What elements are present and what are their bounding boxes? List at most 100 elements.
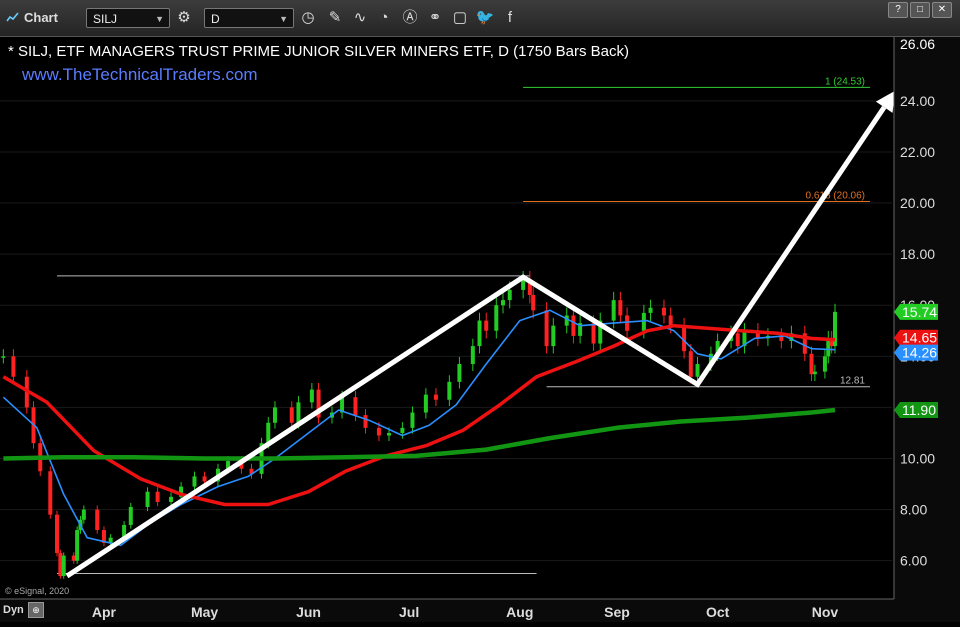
candle-body[interactable] bbox=[618, 300, 623, 316]
website-label[interactable]: www.TheTechnicalTraders.com bbox=[21, 65, 258, 84]
x-tick-label: Apr bbox=[92, 604, 117, 620]
close-button[interactable]: ✕ bbox=[932, 2, 952, 18]
candle-body[interactable] bbox=[648, 307, 653, 313]
candle-body[interactable] bbox=[551, 325, 556, 347]
candle-body[interactable] bbox=[501, 300, 506, 306]
clock-icon[interactable]: ◷ bbox=[298, 8, 318, 28]
candle-body[interactable] bbox=[735, 333, 740, 347]
symbol-value: SILJ bbox=[93, 12, 118, 26]
candle-body[interactable] bbox=[521, 279, 526, 290]
candle-body[interactable] bbox=[61, 555, 66, 577]
candle-body[interactable] bbox=[296, 402, 301, 423]
twitter-icon[interactable]: 🐦 bbox=[475, 8, 495, 28]
chart-toolbar: Chart SILJ ▼ ⚙ D ▼ ◷ ✎ ∿ ◔ Ⓐ ⚭ ▢ 🐦 f ? □ ✕ bbox=[0, 0, 960, 37]
chart-title-tab[interactable]: Chart bbox=[6, 10, 58, 25]
candle-body[interactable] bbox=[477, 320, 482, 347]
y-tick-label: 8.00 bbox=[900, 502, 927, 518]
ma-slow-line[interactable] bbox=[3, 407, 836, 461]
candle-body[interactable] bbox=[457, 363, 462, 382]
candle-body[interactable] bbox=[668, 315, 673, 326]
interval-value: D bbox=[211, 12, 220, 26]
candle-body[interactable] bbox=[1, 356, 6, 358]
candle-body[interactable] bbox=[48, 471, 53, 515]
candle-body[interactable] bbox=[822, 356, 827, 372]
chart-icon bbox=[6, 12, 19, 22]
dyn-label[interactable]: Dyn bbox=[3, 604, 24, 616]
candle-body[interactable] bbox=[309, 389, 314, 403]
magnifier-icon[interactable]: ⊕ bbox=[28, 602, 44, 618]
price-chart[interactable]: 1 (24.53) 0.618 (20.06) 12.81 6.00 8.00 10.0… bbox=[0, 36, 960, 622]
candle-body[interactable] bbox=[688, 351, 693, 377]
maximize-button[interactable]: □ bbox=[910, 2, 930, 18]
x-tick-label: Nov bbox=[812, 604, 839, 620]
candle-body[interactable] bbox=[625, 315, 630, 331]
chevron-down-icon[interactable]: ▼ bbox=[279, 9, 288, 29]
candle-body[interactable] bbox=[809, 353, 814, 375]
candle-body[interactable] bbox=[611, 300, 616, 321]
x-tick-label: Aug bbox=[506, 604, 533, 620]
comment-icon[interactable]: ▢ bbox=[450, 8, 470, 28]
candle-body[interactable] bbox=[145, 491, 150, 508]
candle-body[interactable] bbox=[169, 496, 174, 502]
fib-label: 0.618 (20.06) bbox=[806, 191, 866, 202]
candle-body[interactable] bbox=[266, 422, 271, 444]
x-tick-label: Jul bbox=[399, 604, 419, 620]
candle-body[interactable] bbox=[564, 315, 569, 326]
study-icon[interactable]: ∿ bbox=[350, 8, 370, 28]
y-top-label: 26.06 bbox=[900, 37, 935, 52]
chart-tab-label: Chart bbox=[24, 10, 58, 25]
candle-body[interactable] bbox=[192, 476, 197, 487]
x-tick-label: Oct bbox=[706, 604, 730, 620]
candle-body[interactable] bbox=[571, 315, 576, 336]
copyright-label: © eSignal, 2020 bbox=[5, 586, 69, 596]
candle-body[interactable] bbox=[507, 289, 512, 301]
candle-body[interactable] bbox=[447, 381, 452, 400]
candle-body[interactable] bbox=[376, 427, 381, 436]
candle-body[interactable] bbox=[202, 476, 207, 482]
candle-body[interactable] bbox=[363, 415, 368, 428]
candle-body[interactable] bbox=[423, 394, 428, 413]
candle-body[interactable] bbox=[470, 346, 475, 364]
trend-arrow[interactable] bbox=[65, 105, 887, 579]
y-tick-label: 18.00 bbox=[900, 246, 935, 262]
candle-body[interactable] bbox=[531, 295, 536, 311]
candle-body[interactable] bbox=[494, 305, 499, 331]
candle-body[interactable] bbox=[661, 307, 666, 316]
candle-body[interactable] bbox=[353, 397, 358, 416]
facebook-icon[interactable]: f bbox=[500, 8, 520, 28]
candle-body[interactable] bbox=[289, 407, 294, 423]
settings-gear-icon[interactable]: ⚙ bbox=[174, 8, 194, 28]
candle-body[interactable] bbox=[484, 320, 489, 331]
help-button[interactable]: ? bbox=[888, 2, 908, 18]
chart-header-title: * SILJ, ETF MANAGERS TRUST PRIME JUNIOR … bbox=[8, 43, 629, 60]
interval-input[interactable]: D ▼ bbox=[204, 8, 294, 28]
candle-body[interactable] bbox=[812, 371, 817, 375]
candle-body[interactable] bbox=[272, 407, 277, 423]
fib-label: 1 (24.53) bbox=[825, 76, 865, 87]
candle-body[interactable] bbox=[591, 323, 596, 344]
chevron-down-icon[interactable]: ▼ bbox=[155, 9, 164, 29]
candle-body[interactable] bbox=[544, 310, 549, 347]
y-tick-label: 24.00 bbox=[900, 93, 935, 109]
symbol-input[interactable]: SILJ ▼ bbox=[86, 8, 170, 28]
candle-body[interactable] bbox=[433, 394, 438, 400]
candle-body[interactable] bbox=[55, 514, 60, 554]
price-tag-label: 14.26 bbox=[902, 345, 937, 361]
ma-mid-line[interactable] bbox=[2, 323, 836, 507]
chart-area[interactable]: 1 (24.53) 0.618 (20.06) 12.81 6.00 8.00 10.0… bbox=[0, 36, 960, 622]
candle-body[interactable] bbox=[386, 432, 391, 436]
candle-body[interactable] bbox=[95, 509, 100, 531]
candle-body[interactable] bbox=[695, 363, 700, 377]
candle-body[interactable] bbox=[410, 412, 415, 428]
link-icon[interactable]: ⚭ bbox=[425, 8, 445, 28]
analysis-icon[interactable]: ◔ bbox=[374, 8, 394, 28]
alert-icon[interactable]: Ⓐ bbox=[400, 8, 420, 28]
candle-body[interactable] bbox=[155, 491, 160, 502]
candle-body[interactable] bbox=[11, 356, 16, 377]
pencil-icon[interactable]: ✎ bbox=[325, 8, 345, 28]
candle-body[interactable] bbox=[75, 530, 80, 561]
candle-body[interactable] bbox=[128, 507, 133, 525]
candle-body[interactable] bbox=[400, 427, 405, 433]
candle-body[interactable] bbox=[81, 509, 86, 520]
candle-body[interactable] bbox=[641, 312, 646, 331]
